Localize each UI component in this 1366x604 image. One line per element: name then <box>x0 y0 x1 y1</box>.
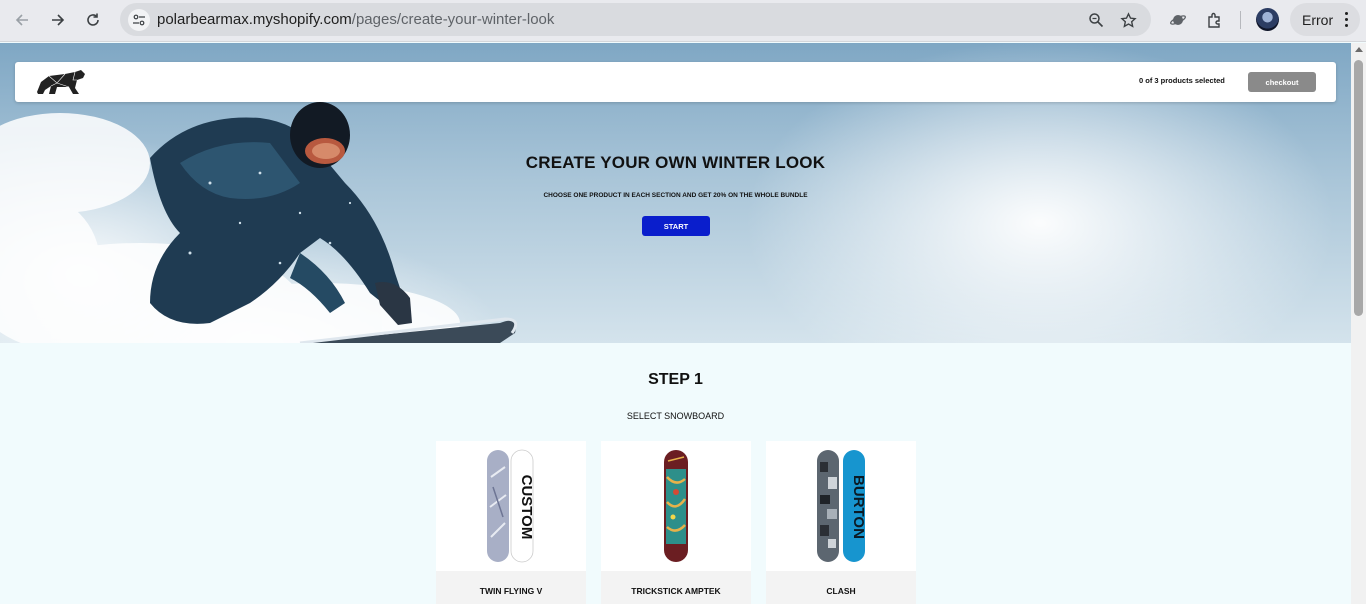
back-arrow-icon[interactable] <box>9 7 35 33</box>
product-card-twin-flying-v[interactable]: CUSTOM TWIN FLYING V <box>436 441 586 604</box>
page-viewport: 0 of 3 products selected checkout CREATE… <box>0 43 1351 604</box>
bookmark-star-icon[interactable] <box>1117 9 1139 31</box>
browser-toolbar: polarbearmax.myshopify.com/pages/create-… <box>0 0 1366 42</box>
product-image[interactable] <box>601 441 751 571</box>
site-info-icon[interactable] <box>128 9 150 31</box>
profile-error-label: Error <box>1302 11 1334 28</box>
product-name: CLASH <box>766 571 916 604</box>
forward-arrow-icon[interactable] <box>45 7 71 33</box>
hero-subtitle: CHOOSE ONE PRODUCT IN EACH SECTION AND G… <box>543 192 808 199</box>
store-header-bar: 0 of 3 products selected checkout <box>15 62 1336 102</box>
product-card-trickstick-amptek[interactable]: TRICKSTICK AMPTEK <box>601 441 751 604</box>
reload-icon[interactable] <box>80 7 106 33</box>
svg-text:CUSTOM: CUSTOM <box>518 475 535 540</box>
product-name: TWIN FLYING V <box>436 571 586 604</box>
checkout-button[interactable]: checkout <box>1248 72 1316 92</box>
step-title: STEP 1 <box>648 371 703 388</box>
start-button[interactable]: START <box>642 216 710 236</box>
scroll-up-arrow-icon[interactable] <box>1355 47 1363 52</box>
kebab-menu-icon[interactable] <box>1345 12 1348 27</box>
planet-extension-icon[interactable] <box>1166 8 1190 32</box>
url-host: polarbearmax.myshopify.com <box>157 11 352 28</box>
product-image[interactable]: CUSTOM <box>436 441 586 571</box>
step-subtitle: SELECT SNOWBOARD <box>626 411 725 421</box>
selection-count: 0 of 3 products selected <box>1139 76 1225 85</box>
hero-banner: 0 of 3 products selected checkout CREATE… <box>0 43 1351 343</box>
url-path: /pages/create-your-winter-look <box>351 11 555 28</box>
zoom-icon[interactable] <box>1085 9 1107 31</box>
profile-error-button[interactable]: Error <box>1290 3 1360 36</box>
profile-avatar[interactable] <box>1256 8 1279 31</box>
puzzle-extension-icon[interactable] <box>1203 8 1227 32</box>
product-name: TRICKSTICK AMPTEK <box>601 571 751 604</box>
toolbar-divider <box>1240 11 1241 29</box>
polar-bear-logo[interactable] <box>35 68 87 96</box>
page-scrollbar[interactable] <box>1351 43 1366 604</box>
address-bar[interactable]: polarbearmax.myshopify.com/pages/create-… <box>120 3 1151 36</box>
product-image[interactable]: BURTON <box>766 441 916 571</box>
scrollbar-thumb[interactable] <box>1354 60 1363 316</box>
product-card-clash[interactable]: BURTON CLASH <box>766 441 916 604</box>
hero-title: CREATE YOUR OWN WINTER LOOK <box>525 153 826 172</box>
url-text: polarbearmax.myshopify.com/pages/create-… <box>157 11 554 28</box>
svg-text:BURTON: BURTON <box>850 475 867 539</box>
